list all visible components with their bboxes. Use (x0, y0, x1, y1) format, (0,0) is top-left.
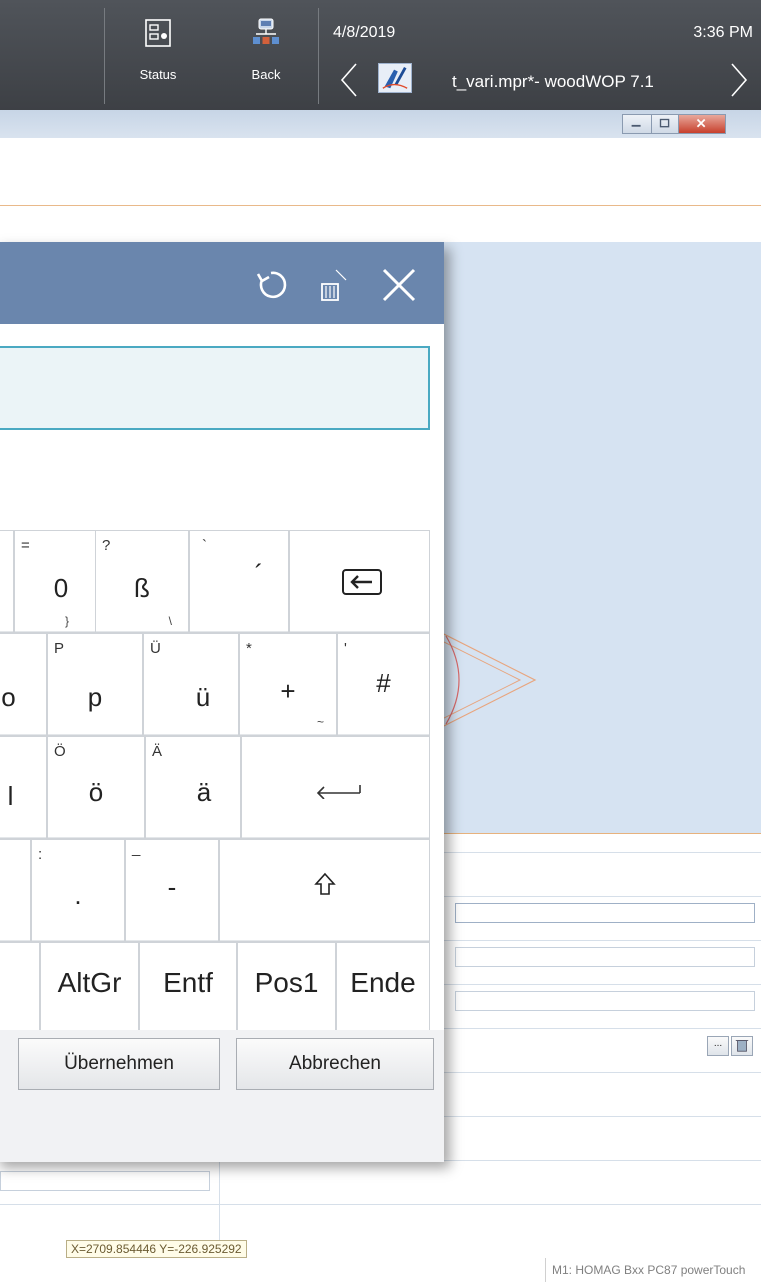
key-shift-char: : (38, 846, 43, 863)
key-char: + (280, 676, 296, 706)
key-minus[interactable]: _ - (125, 839, 219, 942)
key-char: ß (134, 573, 150, 603)
key-blank[interactable] (0, 839, 31, 942)
woodwop-app-icon (378, 63, 412, 93)
coordinate-readout: X=2709.854446 Y=-226.925292 (66, 1240, 247, 1258)
key-sz[interactable]: ? ß \ (95, 530, 189, 633)
key-partial[interactable] (0, 530, 14, 633)
key-char: 0 (53, 573, 69, 603)
more-options-icon[interactable]: ... (707, 1036, 729, 1056)
key-altgr-char: ~ (316, 715, 324, 729)
key-p[interactable]: P p (47, 633, 143, 736)
key-char: ä (196, 777, 212, 807)
key-char: Entf (163, 967, 213, 998)
key-shift-char: _ (132, 840, 141, 857)
key-char: # (376, 668, 391, 698)
machine-status: M1: HOMAG Bxx PC87 powerTouch (545, 1258, 761, 1282)
delete-icon[interactable] (731, 1036, 753, 1056)
cancel-button[interactable]: Abbrechen (236, 1038, 434, 1090)
keyboard-footer: Übernehmen Abbrechen (0, 1030, 444, 1162)
key-plus[interactable]: * + ~ (239, 633, 337, 736)
close-icon[interactable] (378, 264, 420, 306)
key-0[interactable]: = 0 } (14, 530, 108, 633)
key-char: - (167, 872, 177, 902)
system-top-bar: Status Back 4/8/2019 3:36 PM t_vari.mpr*… (0, 0, 761, 110)
key-acute[interactable]: ` ´ (189, 530, 289, 633)
maximize-icon[interactable] (651, 114, 679, 134)
property-row (0, 1160, 761, 1204)
property-field[interactable] (455, 991, 755, 1011)
key-backspace[interactable] (289, 530, 430, 633)
key-char: Ende (350, 967, 416, 998)
time-display: 3:36 PM (693, 24, 753, 41)
enter-icon (316, 785, 361, 799)
status-button[interactable]: Status (130, 18, 186, 94)
key-altgr-char: \ (168, 614, 172, 628)
close-icon[interactable] (678, 114, 726, 134)
chevron-left-icon[interactable] (338, 62, 360, 98)
apply-button[interactable]: Übernehmen (18, 1038, 220, 1090)
key-hash[interactable]: ' # (337, 633, 430, 736)
key-char: ´ (254, 559, 264, 589)
shift-icon (314, 872, 336, 895)
active-program-title[interactable]: t_vari.mpr*- woodWOP 7.1 (452, 72, 654, 92)
toolbar-area (0, 138, 761, 206)
key-l[interactable]: l (0, 736, 47, 839)
key-char: ö (88, 777, 104, 807)
key-shift[interactable] (219, 839, 430, 942)
key-shift-char: ` (202, 537, 207, 554)
key-shift-char: P (54, 640, 65, 657)
chevron-right-icon[interactable] (728, 62, 750, 98)
back-button[interactable]: Back (238, 18, 294, 94)
key-char: . (74, 880, 82, 910)
key-ae[interactable]: Ä ä (145, 736, 241, 839)
on-screen-keyboard-dialog: = 0 } ? ß \ ` ´ o P p Ü ü * + ~ ' # l Ö … (0, 242, 444, 1162)
key-shift-char: Ä (152, 743, 163, 760)
key-shift-char: ' (344, 640, 347, 657)
keyboard-header (0, 242, 444, 324)
date-display: 4/8/2019 (333, 24, 396, 41)
property-field[interactable] (455, 903, 755, 923)
key-char: l (7, 781, 14, 811)
key-enter[interactable] (241, 736, 430, 839)
property-field[interactable] (455, 947, 755, 967)
back-label: Back (251, 67, 281, 82)
clear-icon[interactable] (312, 264, 354, 306)
window-controls (622, 114, 726, 134)
key-shift-char: Ö (54, 743, 66, 760)
property-field[interactable] (0, 1171, 210, 1191)
key-shift-char: ? (102, 537, 111, 554)
divider (318, 8, 319, 104)
key-char: p (87, 682, 103, 712)
minimize-icon[interactable] (622, 114, 652, 134)
key-char: ü (195, 682, 211, 712)
reset-icon[interactable] (250, 264, 292, 306)
key-ue[interactable]: Ü ü (143, 633, 239, 736)
key-char: AltGr (57, 967, 122, 998)
keyboard-input-field[interactable] (0, 346, 430, 430)
ribbon-area (0, 206, 761, 242)
divider (104, 8, 105, 104)
key-oe[interactable]: Ö ö (47, 736, 145, 839)
status-icon (145, 19, 171, 47)
key-shift-char: = (21, 537, 30, 554)
backspace-icon (342, 569, 382, 595)
back-icon (253, 18, 279, 44)
key-period[interactable]: : . (31, 839, 125, 942)
key-shift-char: * (246, 640, 252, 657)
key-o[interactable]: o (0, 633, 47, 736)
key-char: Pos1 (254, 967, 319, 998)
key-shift-char: Ü (150, 640, 161, 657)
status-label: Status (139, 67, 177, 82)
key-altgr-char: } (64, 614, 69, 628)
key-char: o (1, 682, 16, 712)
window-title-bar (0, 110, 761, 138)
property-buttons: ... (707, 1036, 753, 1056)
